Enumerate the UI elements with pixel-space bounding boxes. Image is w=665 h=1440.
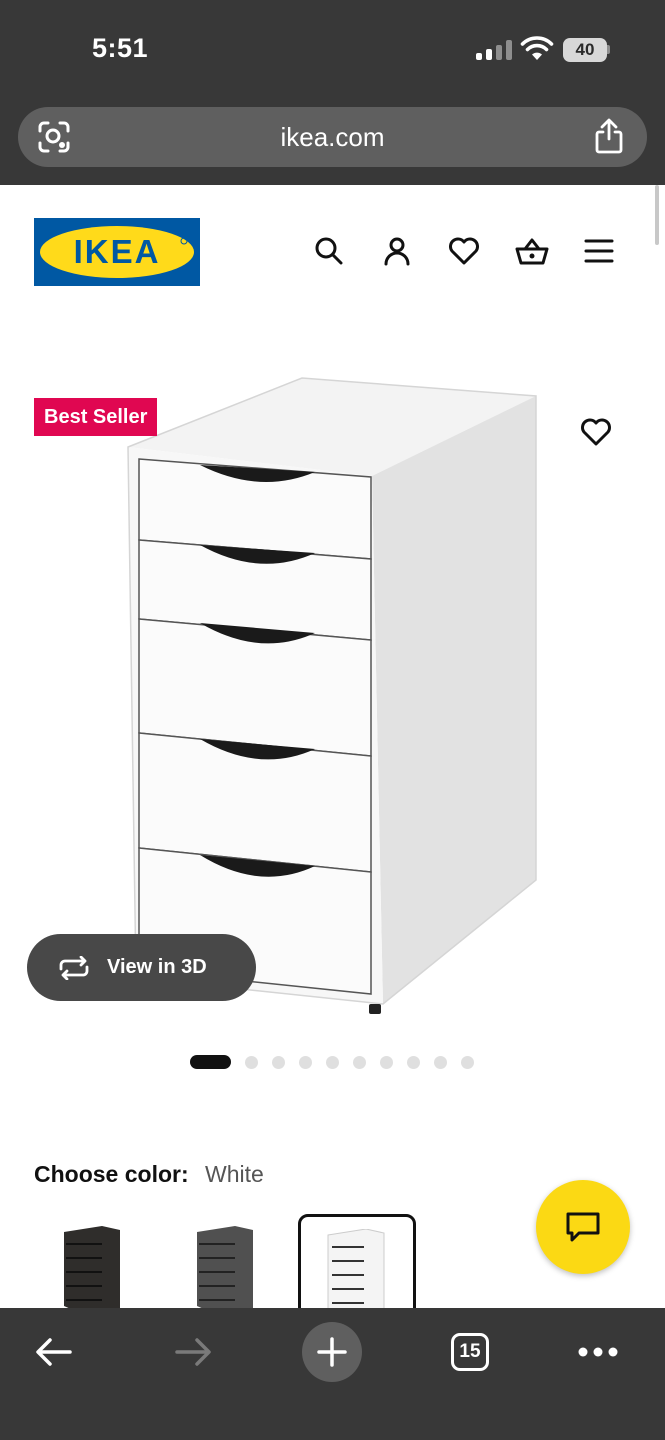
new-tab-button[interactable]: [302, 1322, 362, 1382]
menu-button[interactable]: [576, 228, 622, 274]
more-options-button[interactable]: [568, 1322, 628, 1382]
heart-icon: [449, 237, 479, 265]
browser-bottom-toolbar: 15: [0, 1308, 665, 1440]
view-in-3d-label: View in 3D: [107, 956, 207, 978]
carousel-dot[interactable]: [326, 1055, 339, 1069]
forward-button[interactable]: [163, 1322, 223, 1382]
account-button[interactable]: [374, 228, 420, 274]
swatch-gray-image: [197, 1226, 253, 1308]
drawer-fronts: [138, 458, 372, 995]
swatch-white[interactable]: [298, 1214, 416, 1308]
customer-chat-button[interactable]: [536, 1180, 630, 1274]
forward-arrow-icon: [175, 1338, 211, 1366]
basket-button[interactable]: [509, 228, 555, 274]
tabs-button[interactable]: 15: [440, 1322, 500, 1382]
account-icon: [384, 237, 409, 266]
carousel-dot[interactable]: [380, 1055, 393, 1069]
search-button[interactable]: [306, 228, 352, 274]
cellular-signal-icon: [476, 40, 512, 60]
swatch-black-brown-image: [64, 1226, 120, 1308]
color-label: Choose color:: [34, 1161, 189, 1187]
carousel-dot[interactable]: [434, 1055, 447, 1069]
search-icon: [315, 237, 343, 265]
swatch-white-image: [327, 1229, 385, 1308]
battery-nub: [607, 45, 610, 54]
back-arrow-icon: [36, 1338, 72, 1366]
cabinet-foot: [369, 1004, 381, 1014]
add-to-favorites-button[interactable]: [574, 410, 618, 454]
carousel-dot[interactable]: [272, 1055, 285, 1069]
view-in-3d-button[interactable]: View in 3D: [27, 934, 256, 1001]
address-bar[interactable]: ikea.com: [18, 107, 647, 167]
carousel-dot[interactable]: [190, 1055, 231, 1069]
ikea-logo-text: IKEA: [74, 233, 161, 270]
color-chooser: Choose color: White: [34, 1161, 264, 1188]
ikea-logo[interactable]: IKEA: [34, 218, 200, 286]
best-seller-badge: Best Seller: [34, 398, 158, 436]
rotate-3d-icon: [59, 955, 89, 980]
header-actions: [306, 228, 622, 274]
basket-icon: [515, 238, 548, 265]
status-time: 5:51: [92, 33, 149, 63]
carousel-dot[interactable]: [245, 1055, 258, 1069]
swatch-black-brown[interactable]: [34, 1214, 152, 1308]
back-button[interactable]: [24, 1322, 84, 1382]
share-icon[interactable]: [593, 117, 625, 155]
wifi-icon: [520, 36, 554, 60]
browser-top-chrome: 5:51 40 ikea.com: [0, 0, 665, 185]
swatch-gray[interactable]: [167, 1214, 285, 1308]
battery-level: 40: [563, 38, 607, 62]
url-text[interactable]: ikea.com: [18, 122, 647, 153]
ellipsis-icon: [578, 1347, 618, 1357]
plus-icon: [317, 1337, 347, 1367]
heart-icon: [581, 418, 611, 446]
carousel-dot[interactable]: [407, 1055, 420, 1069]
selected-color: White: [205, 1161, 264, 1187]
image-carousel-indicator: [190, 1055, 488, 1069]
chat-icon: [566, 1212, 600, 1242]
menu-icon: [584, 239, 614, 263]
tab-count: 15: [451, 1333, 489, 1371]
carousel-dot[interactable]: [299, 1055, 312, 1069]
ikea-logo-graphic: IKEA: [34, 218, 200, 286]
carousel-dot[interactable]: [461, 1055, 474, 1069]
carousel-dot[interactable]: [353, 1055, 366, 1069]
favorites-button[interactable]: [441, 228, 487, 274]
page-scrollbar[interactable]: [655, 185, 659, 245]
